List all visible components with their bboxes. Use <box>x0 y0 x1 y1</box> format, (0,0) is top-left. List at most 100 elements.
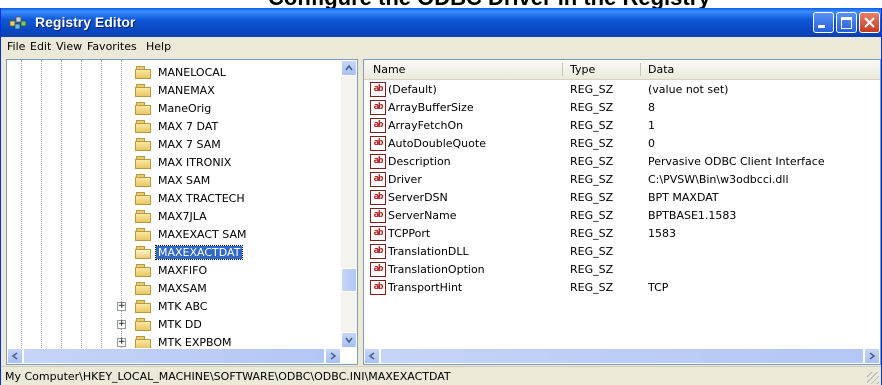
tree-item[interactable]: ManeOrig <box>7 100 337 118</box>
tree-item[interactable]: MANEMAX <box>7 82 337 100</box>
scroll-up-button[interactable] <box>341 60 357 76</box>
value-data: C:\PVSW\Bin\w3odbcci.dll <box>648 173 789 186</box>
string-value-icon: ab <box>370 154 386 169</box>
close-button[interactable] <box>859 12 880 33</box>
column-header-name[interactable]: Name <box>373 63 405 76</box>
scroll-right-button[interactable] <box>325 348 341 364</box>
folder-icon <box>135 138 152 151</box>
tree-vertical-scrollbar[interactable] <box>341 60 357 348</box>
tree-item[interactable]: + MTK ABC <box>7 298 337 316</box>
scroll-left-button[interactable] <box>7 348 23 364</box>
maximize-button[interactable] <box>836 12 857 33</box>
folder-icon <box>135 102 152 115</box>
expand-plus-icon[interactable]: + <box>117 338 126 347</box>
value-name: Description <box>388 155 451 168</box>
resize-grip-icon[interactable] <box>867 372 879 384</box>
value-type: REG_SZ <box>570 263 614 276</box>
registry-editor-window: Registry Editor File Edit View Favorites… <box>0 8 882 385</box>
scroll-down-button[interactable] <box>341 332 357 348</box>
value-row[interactable]: ab ServerDSN REG_SZ BPT MAXDAT <box>364 189 880 207</box>
folder-icon <box>135 282 152 295</box>
folder-icon <box>135 192 152 205</box>
tree-item[interactable]: MAX 7 SAM <box>7 136 337 154</box>
value-row[interactable]: ab Description REG_SZ Pervasive ODBC Cli… <box>364 153 880 171</box>
tree-item[interactable]: MAX SAM <box>7 172 337 190</box>
scroll-right-button[interactable] <box>864 348 880 364</box>
tree-item-label: MANEMAX <box>158 84 215 97</box>
tree-item[interactable]: MAXSAM <box>7 280 337 298</box>
menu-help[interactable]: Help <box>146 40 171 53</box>
scroll-thumb[interactable] <box>341 268 357 292</box>
value-row[interactable]: ab ServerName REG_SZ BPTBASE1.1583 <box>364 207 880 225</box>
folder-icon <box>135 210 152 223</box>
menu-view[interactable]: View <box>56 40 82 53</box>
folder-icon <box>135 174 152 187</box>
menu-edit[interactable]: Edit <box>30 40 51 53</box>
tree-item[interactable]: MAX TRACTECH <box>7 190 337 208</box>
values-list-pane[interactable]: Name Type Data ab (Default) REG_SZ (valu… <box>363 59 881 365</box>
value-row[interactable]: ab (Default) REG_SZ (value not set) <box>364 81 880 99</box>
scroll-thumb[interactable] <box>380 348 864 364</box>
value-row[interactable]: ab ArrayFetchOn REG_SZ 1 <box>364 117 880 135</box>
expand-plus-icon[interactable]: + <box>117 320 126 329</box>
value-type: REG_SZ <box>570 119 614 132</box>
key-tree-pane[interactable]: MANELOCAL MANEMAX ManeOrig MAX 7 DAT MAX… <box>6 59 358 365</box>
value-row[interactable]: ab TranslationOption REG_SZ <box>364 261 880 279</box>
tree-item-label: MAX 7 SAM <box>158 138 221 151</box>
registry-editor-icon <box>9 16 27 30</box>
menu-favorites[interactable]: Favorites <box>87 40 137 53</box>
scroll-thumb[interactable] <box>23 348 325 364</box>
value-name: ArrayBufferSize <box>388 101 474 114</box>
menu-file[interactable]: File <box>7 40 25 53</box>
tree-item[interactable]: MAX 7 DAT <box>7 118 337 136</box>
value-data: 1583 <box>648 227 676 240</box>
column-header: Name Type Data <box>364 60 880 80</box>
value-row[interactable]: ab ArrayBufferSize REG_SZ 8 <box>364 99 880 117</box>
value-type: REG_SZ <box>570 245 614 258</box>
folder-icon <box>135 84 152 97</box>
tree-item-label: MAXEXACT SAM <box>158 228 247 241</box>
tree-item[interactable]: MAX ITRONIX <box>7 154 337 172</box>
minimize-button[interactable] <box>813 12 834 33</box>
tree-item[interactable]: MAXFIFO <box>7 262 337 280</box>
values-horizontal-scrollbar[interactable] <box>364 348 880 364</box>
arrow-right-icon <box>869 352 876 360</box>
column-header-data[interactable]: Data <box>648 63 674 76</box>
expand-plus-icon[interactable]: + <box>117 302 126 311</box>
menu-bar: File Edit View Favorites Help <box>1 37 881 56</box>
value-type: REG_SZ <box>570 191 614 204</box>
tree-horizontal-scrollbar[interactable] <box>7 348 341 364</box>
title-bar[interactable]: Registry Editor <box>1 8 881 37</box>
tree-item[interactable]: + MTK DD <box>7 316 337 334</box>
string-value-icon: ab <box>370 172 386 187</box>
value-name: Driver <box>388 173 422 186</box>
page-heading-banner: Configure the ODBC Driver in the Registr… <box>0 0 882 8</box>
value-name: TransportHint <box>388 281 463 294</box>
tree-item-selected[interactable]: MAXEXACTDAT <box>7 244 337 262</box>
value-data: 0 <box>648 137 655 150</box>
tree-item[interactable]: MAXEXACT SAM <box>7 226 337 244</box>
tree-item[interactable]: MANELOCAL <box>7 64 337 82</box>
value-row[interactable]: ab TransportHint REG_SZ TCP <box>364 279 880 297</box>
column-divider <box>640 63 641 76</box>
value-type: REG_SZ <box>570 155 614 168</box>
value-row[interactable]: ab Driver REG_SZ C:\PVSW\Bin\w3odbcci.dl… <box>364 171 880 189</box>
window-title: Registry Editor <box>35 14 136 30</box>
tree-item[interactable]: MAX7JLA <box>7 208 337 226</box>
folder-icon <box>135 66 152 79</box>
folder-icon <box>135 300 152 313</box>
value-name: TranslationOption <box>388 263 485 276</box>
scroll-left-button[interactable] <box>364 348 380 364</box>
value-data: BPTBASE1.1583 <box>648 209 737 222</box>
tree-item-label: MAXFIFO <box>158 264 208 277</box>
value-type: REG_SZ <box>570 281 614 294</box>
value-row[interactable]: ab TCPPort REG_SZ 1583 <box>364 225 880 243</box>
tree-item-label: MTK ABC <box>158 300 208 313</box>
tree-item-label: MANELOCAL <box>158 66 226 79</box>
column-header-type[interactable]: Type <box>570 63 595 76</box>
folder-icon <box>135 318 152 331</box>
value-type: REG_SZ <box>570 83 614 96</box>
string-value-icon: ab <box>370 118 386 133</box>
value-row[interactable]: ab TranslationDLL REG_SZ <box>364 243 880 261</box>
value-row[interactable]: ab AutoDoubleQuote REG_SZ 0 <box>364 135 880 153</box>
